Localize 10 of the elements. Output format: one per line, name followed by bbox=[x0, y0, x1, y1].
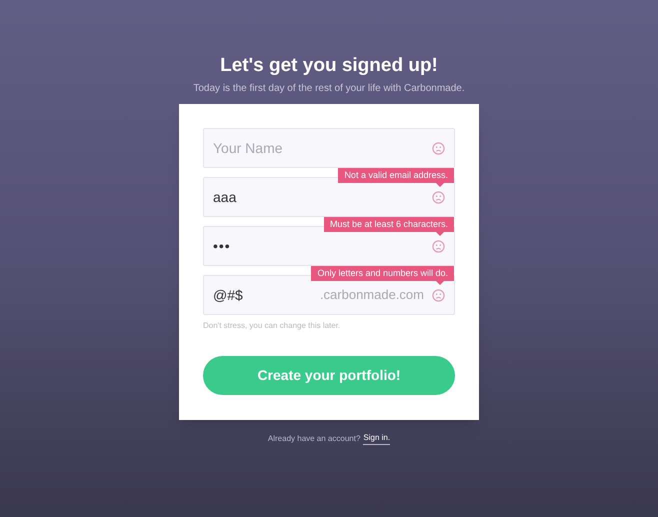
frown-icon bbox=[432, 240, 445, 252]
frown-icon bbox=[432, 190, 445, 204]
sign-in-link[interactable]: Sign in. bbox=[363, 432, 390, 445]
page-title: Let's get you signed up! bbox=[220, 54, 438, 78]
hint-text: Don't stress, you can change this later. bbox=[203, 320, 342, 332]
domain-suffix: .carbonmade.com bbox=[320, 286, 424, 304]
frown-icon bbox=[432, 288, 445, 302]
account-question: Already have an account? bbox=[268, 432, 360, 444]
frown-icon bbox=[432, 142, 445, 154]
page-subtitle: Today is the first day of the rest of your life with Carbonmade. bbox=[193, 82, 465, 96]
